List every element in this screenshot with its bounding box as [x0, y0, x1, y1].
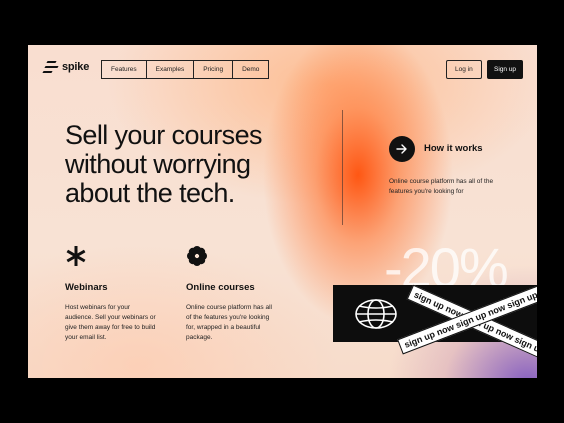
- asterisk-icon: [66, 246, 86, 266]
- hero-headline: Sell your courses without worrying about…: [65, 120, 262, 208]
- flower-icon: [187, 246, 207, 266]
- spike-logo-icon: [42, 60, 59, 74]
- divider: [342, 110, 343, 225]
- how-it-works-button[interactable]: [389, 136, 415, 162]
- nav-item-pricing[interactable]: Pricing: [194, 61, 234, 78]
- feature-description-webinars: Host webinars for your audience. Sell yo…: [65, 304, 156, 341]
- feature-description-online-courses: Online course platform has all of the fe…: [186, 304, 272, 341]
- login-button[interactable]: Log in: [446, 60, 482, 79]
- landing-page: spike Features Examples Pricing Demo Log…: [28, 45, 537, 378]
- nav-item-features[interactable]: Features: [102, 61, 147, 78]
- how-it-works-title[interactable]: How it works: [424, 143, 483, 154]
- feature-title-online-courses: Online courses: [186, 282, 255, 293]
- logo[interactable]: spike: [42, 60, 90, 74]
- nav-item-examples[interactable]: Examples: [147, 61, 195, 78]
- arrow-right-icon: [396, 144, 407, 154]
- main-nav: Features Examples Pricing Demo: [101, 60, 270, 79]
- nav-item-demo[interactable]: Demo: [233, 61, 268, 78]
- how-it-works-description: Online course platform has all of the fe…: [389, 178, 494, 195]
- feature-title-webinars: Webinars: [65, 282, 108, 293]
- brand-name: spike: [62, 61, 90, 73]
- signup-button[interactable]: Sign up: [487, 60, 524, 79]
- globe-icon: [355, 299, 397, 329]
